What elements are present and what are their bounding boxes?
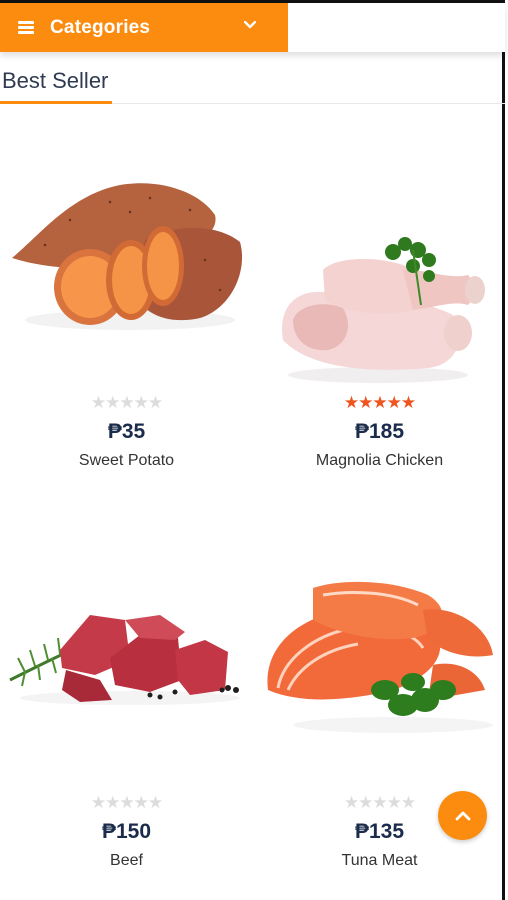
star-icon: ★ [119,793,134,812]
star-icon: ★ [147,393,163,412]
scroll-to-top-button[interactable] [438,791,487,840]
star-icon: ★ [90,793,106,812]
star-icon: ★ [358,793,373,812]
product-image-sweet-potato[interactable] [0,140,253,400]
section-title-underline [0,101,112,104]
section-divider [112,103,505,104]
star-icon: ★ [119,393,134,412]
product-card-beef[interactable]: ★★★★★ ₱150 Beef [0,540,253,880]
chevron-down-icon [244,21,256,29]
product-name[interactable]: Tuna Meat [253,852,506,870]
star-icon: ★ [133,793,149,812]
product-name[interactable]: Beef [0,852,253,870]
product-image-magnolia-chicken[interactable] [253,140,506,400]
product-card-sweet-potato[interactable]: ★★★★★ ₱35 Sweet Potato [0,140,253,480]
product-name[interactable]: Sweet Potato [0,452,253,470]
star-icon: ★ [147,793,163,812]
star-icon: ★ [372,393,387,412]
star-icon: ★ [400,793,416,812]
product-name[interactable]: Magnolia Chicken [253,452,506,470]
section-title: Best Seller [2,68,109,93]
star-icon: ★ [133,393,149,412]
chevron-up-icon [455,811,470,820]
star-icon: ★ [372,793,387,812]
star-icon: ★ [386,393,402,412]
rating-stars: ★★★★★ [253,393,506,413]
star-icon: ★ [105,393,120,412]
star-icon: ★ [358,393,373,412]
product-price: ₱35 [107,420,146,443]
categories-dropdown-button[interactable]: Categories [0,3,288,52]
star-icon: ★ [400,393,416,412]
product-image-beef[interactable] [0,540,253,800]
product-image-tuna-meat[interactable] [253,540,506,800]
star-icon: ★ [343,393,359,412]
star-icon: ★ [105,793,120,812]
star-icon: ★ [386,793,402,812]
categories-label: Categories [50,16,151,38]
star-icon: ★ [343,793,359,812]
rating-stars: ★★★★★ [0,393,253,413]
rating-stars: ★★★★★ [0,793,253,813]
top-bar: Categories [0,3,505,52]
product-price: ₱185 [354,420,405,443]
star-icon: ★ [90,393,106,412]
product-card-magnolia-chicken[interactable]: ★★★★★ ₱185 Magnolia Chicken [253,140,506,480]
product-price: ₱150 [101,820,152,843]
hamburger-icon [18,20,34,35]
